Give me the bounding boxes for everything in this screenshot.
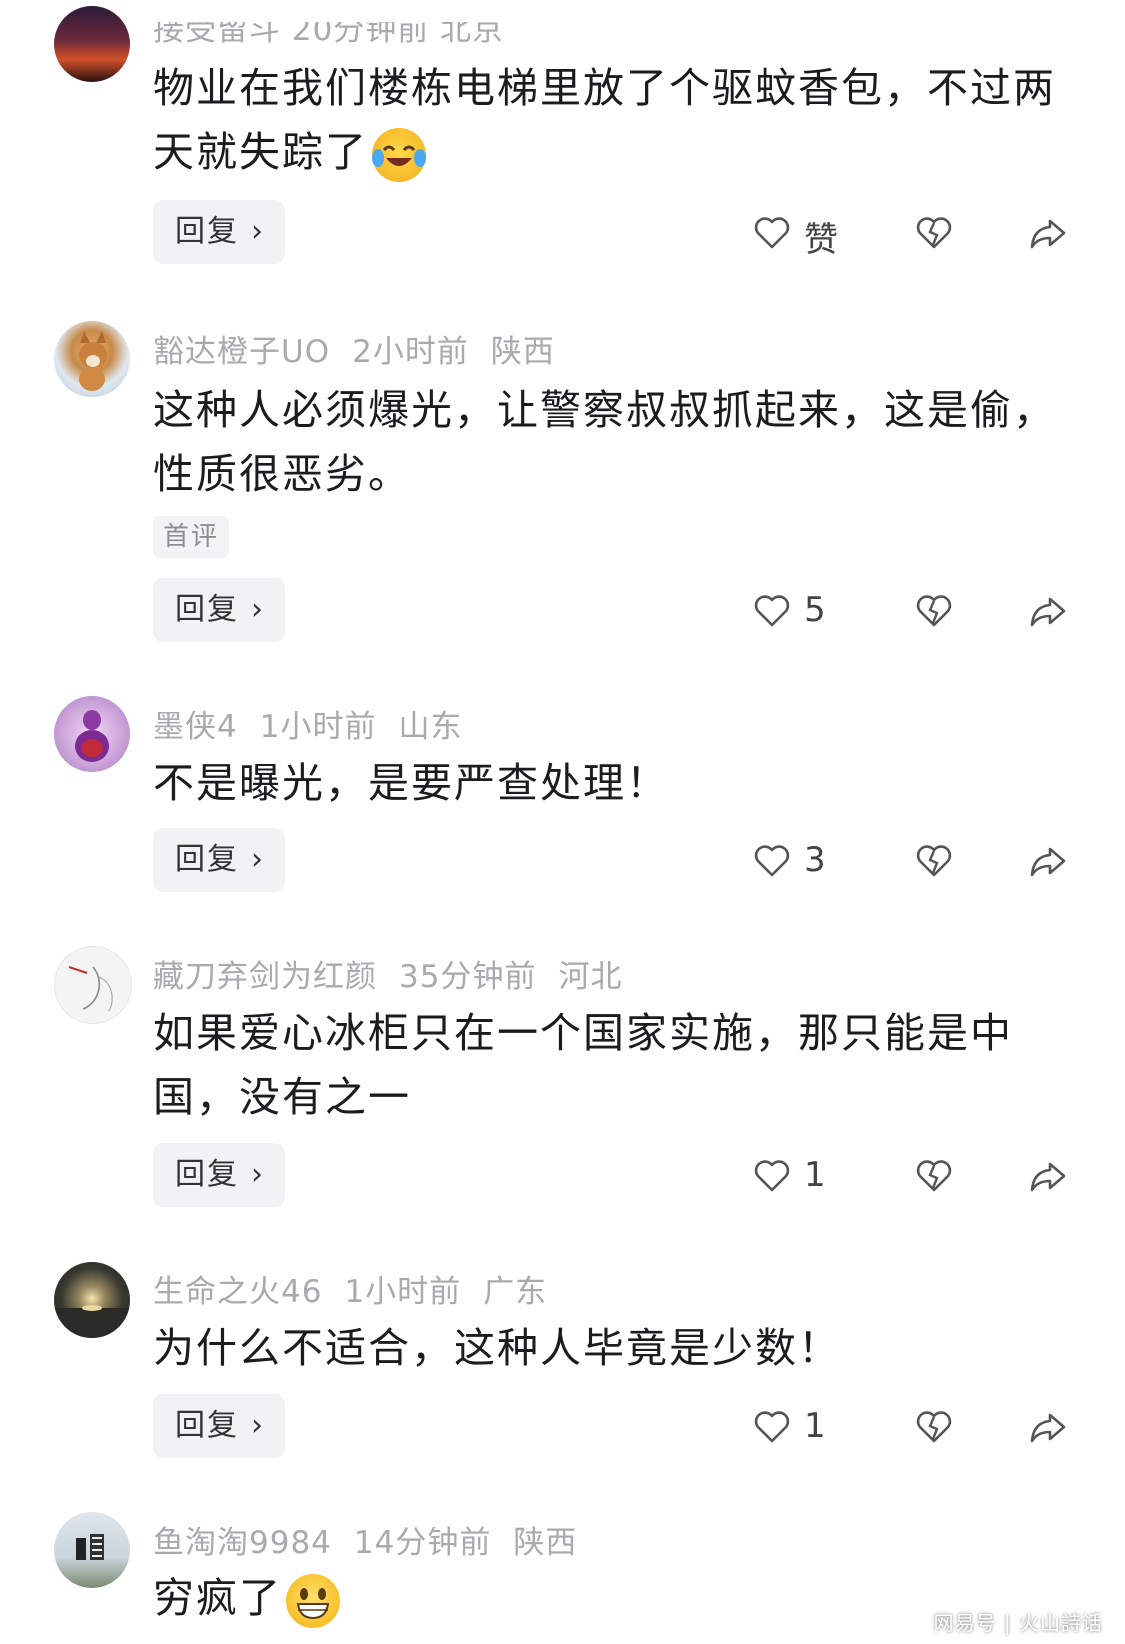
share-icon[interactable] bbox=[1028, 591, 1068, 631]
avatar[interactable] bbox=[54, 1262, 130, 1338]
avatar[interactable] bbox=[54, 1512, 130, 1588]
like-heart-icon[interactable] bbox=[752, 213, 792, 253]
broken-heart-icon[interactable] bbox=[914, 1156, 954, 1196]
share-icon[interactable] bbox=[1028, 1156, 1068, 1196]
avatar[interactable] bbox=[54, 321, 130, 397]
broken-heart-icon[interactable] bbox=[914, 1407, 954, 1447]
location: 陕西 bbox=[513, 1525, 578, 1561]
avatar[interactable] bbox=[54, 946, 132, 1024]
like-count: 1 bbox=[804, 1155, 826, 1195]
reply-button[interactable]: 回复 › bbox=[153, 1394, 285, 1458]
chevron-right-icon: › bbox=[251, 842, 265, 877]
reply-button[interactable]: 回复 › bbox=[153, 200, 285, 264]
comment-text-content: 物业在我们楼栋电梯里放了个驱蚊香包，不过两天就失踪了 bbox=[153, 64, 1056, 176]
chevron-right-icon: › bbox=[251, 214, 265, 249]
avatar[interactable] bbox=[54, 6, 130, 82]
grinning-emoji-icon bbox=[286, 1574, 340, 1628]
comment-meta: 豁达橙子UO 2小时前 陕西 bbox=[153, 326, 577, 371]
comment-text: 这种人必须爆光，让警察叔叔抓起来，这是偷，性质很恶劣。 bbox=[153, 386, 1056, 498]
location: 山东 bbox=[398, 709, 463, 745]
share-icon[interactable] bbox=[1028, 841, 1068, 881]
comment-meta: 藏刀弃剑为红颜 35分钟前 河北 bbox=[153, 951, 644, 996]
username[interactable]: 生命之火46 bbox=[153, 1274, 322, 1310]
share-icon[interactable] bbox=[1028, 213, 1068, 253]
username[interactable]: 豁达橙子UO bbox=[153, 334, 330, 370]
username[interactable]: 藏刀弃剑为红颜 bbox=[153, 959, 377, 995]
like-count: 3 bbox=[804, 840, 826, 880]
chevron-right-icon: › bbox=[251, 1157, 265, 1192]
comment-meta: 生命之火46 1小时前 广东 bbox=[153, 1266, 569, 1311]
chevron-right-icon: › bbox=[251, 1408, 265, 1443]
reply-button[interactable]: 回复 › bbox=[153, 1143, 285, 1207]
comment-meta: 墨侠4 1小时前 山东 bbox=[153, 701, 484, 746]
like-heart-icon[interactable] bbox=[752, 841, 792, 881]
laughing-crying-emoji-icon bbox=[372, 128, 426, 182]
reply-button[interactable]: 回复 › bbox=[153, 828, 285, 892]
timestamp: 1小时前 bbox=[259, 709, 377, 745]
like-heart-icon[interactable] bbox=[752, 591, 792, 631]
chevron-right-icon: › bbox=[251, 592, 265, 627]
username[interactable]: 鱼淘淘9984 bbox=[153, 1525, 332, 1561]
share-icon[interactable] bbox=[1028, 1407, 1068, 1447]
comment-text: 物业在我们楼栋电梯里放了个驱蚊香包，不过两天就失踪了 bbox=[153, 56, 1073, 184]
like-heart-icon[interactable] bbox=[752, 1407, 792, 1447]
location: 陕西 bbox=[490, 334, 555, 370]
broken-heart-icon[interactable] bbox=[914, 591, 954, 631]
timestamp: 1小时前 bbox=[344, 1274, 462, 1310]
comment-meta: 鱼淘淘9984 14分钟前 陕西 bbox=[153, 1517, 599, 1562]
first-comment-tag: 首评 bbox=[153, 516, 230, 558]
watermark: 网易号 | 火山詩话 bbox=[933, 1611, 1103, 1635]
reply-button[interactable]: 回复 › bbox=[153, 578, 285, 642]
timestamp: 35分钟前 bbox=[399, 959, 537, 995]
broken-heart-icon[interactable] bbox=[914, 841, 954, 881]
broken-heart-icon[interactable] bbox=[914, 213, 954, 253]
like-count: 1 bbox=[804, 1406, 826, 1446]
location: 广东 bbox=[483, 1274, 548, 1310]
comment-text-content: 穷疯了 bbox=[153, 1574, 282, 1622]
comment-text: 为什么不适合，这种人毕竟是少数！ bbox=[153, 1324, 841, 1372]
username[interactable]: 墨侠4 bbox=[153, 709, 238, 745]
comment-text: 如果爱心冰柜只在一个国家实施，那只能是中国，没有之一 bbox=[153, 1009, 1013, 1121]
location: 河北 bbox=[558, 959, 623, 995]
comment-text: 不是曝光，是要严查处理！ bbox=[153, 759, 669, 807]
avatar[interactable] bbox=[54, 696, 130, 772]
like-heart-icon[interactable] bbox=[752, 1156, 792, 1196]
comment-meta: 接受留斗 20分钟前 北京 bbox=[153, 12, 505, 48]
timestamp: 14分钟前 bbox=[353, 1525, 492, 1561]
like-label: 赞 bbox=[804, 220, 838, 260]
timestamp: 2小时前 bbox=[352, 334, 469, 370]
like-count: 5 bbox=[804, 590, 826, 630]
